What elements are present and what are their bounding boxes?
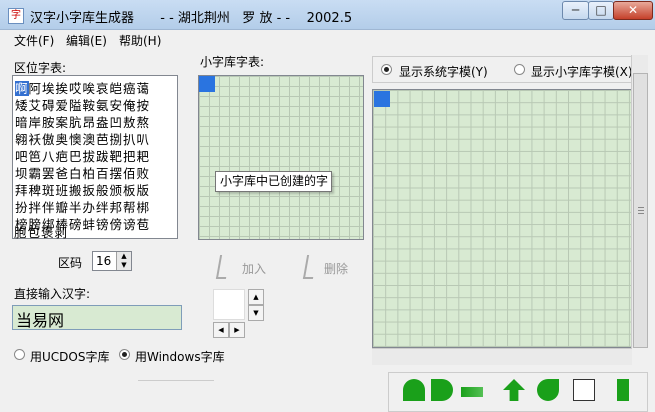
- toolbar: [388, 372, 648, 412]
- small-font-grid[interactable]: [198, 75, 364, 240]
- char-preview: [213, 289, 245, 320]
- undo-icon[interactable]: [403, 379, 425, 401]
- window-subtitle: - - 湖北荆州 罗 放 - - 2002.5: [152, 11, 353, 26]
- qu-label: 区码: [58, 256, 83, 270]
- arrow-right-icon[interactable]: [461, 387, 483, 397]
- tooltip: 小字库中已创建的字: [215, 171, 332, 192]
- char-row[interactable]: 坝霸罢爸白柏百摆佰败: [15, 163, 150, 181]
- qu-spin-buttons[interactable]: ▲ ▼: [116, 252, 131, 270]
- preview-scroll-up-icon[interactable]: ▲: [248, 289, 264, 305]
- vertical-scrollbar[interactable]: [631, 55, 648, 348]
- delete-button[interactable]: 删除: [324, 260, 348, 277]
- close-button[interactable]: ✕: [613, 1, 653, 20]
- menu-help[interactable]: 帮助(H): [119, 32, 161, 49]
- char-row[interactable]: 翱袄傲奥懊澳芭捌扒叭: [15, 129, 150, 147]
- char-row[interactable]: 拜稗斑班搬扳般颁板版: [15, 180, 150, 198]
- char-row-rest[interactable]: 阿埃挨哎唉哀皑癌蔼: [29, 81, 151, 96]
- radio-system-label[interactable]: 显示系统字模(Y): [399, 63, 488, 80]
- spin-down-icon[interactable]: ▼: [116, 261, 131, 270]
- grid-label: 小字库字表:: [200, 55, 265, 69]
- status-strip: [138, 380, 214, 394]
- radio-windows[interactable]: [119, 349, 130, 360]
- rotate-icon[interactable]: [537, 379, 559, 401]
- qu-stepper[interactable]: 16 ▲ ▼: [92, 251, 132, 271]
- title-bar: 字 汉字小字库生成器 - - 湖北荆州 罗 放 - - 2002.5 ─ □ ✕: [0, 0, 655, 30]
- redo-icon[interactable]: [431, 379, 453, 401]
- radio-small-font[interactable]: [514, 64, 525, 75]
- qu-value[interactable]: 16: [96, 254, 111, 268]
- menu-file[interactable]: 文件(F): [14, 32, 54, 49]
- char-row[interactable]: 暗岸胺案肮昂盎凹敖熬: [15, 112, 150, 130]
- char-row[interactable]: 矮艾碍爱隘鞍氨安俺按: [15, 95, 150, 113]
- menu-bar: 文件(F) 编辑(E) 帮助(H): [0, 30, 655, 49]
- arrow-up-icon[interactable]: [503, 379, 525, 401]
- char-row[interactable]: 扮拌伴瓣半办绊邦帮梆: [15, 197, 150, 215]
- display-mode-panel: 显示系统字模(Y) 显示小字库字模(X): [372, 56, 647, 83]
- char-row[interactable]: 胞包褒剥: [14, 222, 68, 240]
- radio-ucdos-label[interactable]: 用UCDOS字库: [30, 348, 109, 365]
- char-row[interactable]: 吧笆八疤巴拔跋靶把耙: [15, 146, 150, 164]
- app-icon: 字: [8, 8, 24, 24]
- window-title: 汉字小字库生成器: [30, 11, 135, 26]
- charlist-box[interactable]: 啊阿埃挨哎唉哀皑癌蔼 矮艾碍爱隘鞍氨安俺按 暗岸胺案肮昂盎凹敖熬 翱袄傲奥懊澳芭…: [12, 75, 178, 239]
- preview-scroll-right-icon[interactable]: ▶: [229, 322, 245, 338]
- grip-icon: [638, 207, 644, 215]
- horizontal-scrollbar[interactable]: [372, 348, 632, 365]
- radio-small-label[interactable]: 显示小字库字模(X): [531, 63, 633, 80]
- radio-system-font[interactable]: [381, 64, 392, 75]
- preview-scroll-left-icon[interactable]: ◀: [213, 322, 229, 338]
- hanzi-input[interactable]: 当易网: [12, 305, 182, 330]
- input-label: 直接输入汉字:: [14, 287, 91, 301]
- spin-up-icon[interactable]: ▲: [116, 252, 131, 261]
- radio-windows-label[interactable]: 用Windows字库: [135, 348, 225, 365]
- selected-char[interactable]: 啊: [15, 81, 29, 96]
- menu-edit[interactable]: 编辑(E): [66, 32, 107, 49]
- radio-ucdos[interactable]: [14, 349, 25, 360]
- add-button[interactable]: 加入: [242, 260, 266, 277]
- charlist-label: 区位字表:: [14, 61, 67, 75]
- grid-selected-cell[interactable]: [199, 76, 215, 92]
- new-page-icon[interactable]: [573, 379, 595, 401]
- large-grid-selected-cell[interactable]: [374, 91, 390, 107]
- scroll-thumb[interactable]: [633, 73, 648, 348]
- minimize-button[interactable]: ─: [562, 1, 589, 20]
- more-icon[interactable]: [617, 379, 629, 401]
- preview-scroll-down-icon[interactable]: ▼: [248, 305, 264, 321]
- large-font-grid[interactable]: [372, 89, 632, 348]
- maximize-button[interactable]: □: [588, 1, 614, 20]
- char-row[interactable]: 啊阿埃挨哎唉哀皑癌蔼: [15, 78, 151, 96]
